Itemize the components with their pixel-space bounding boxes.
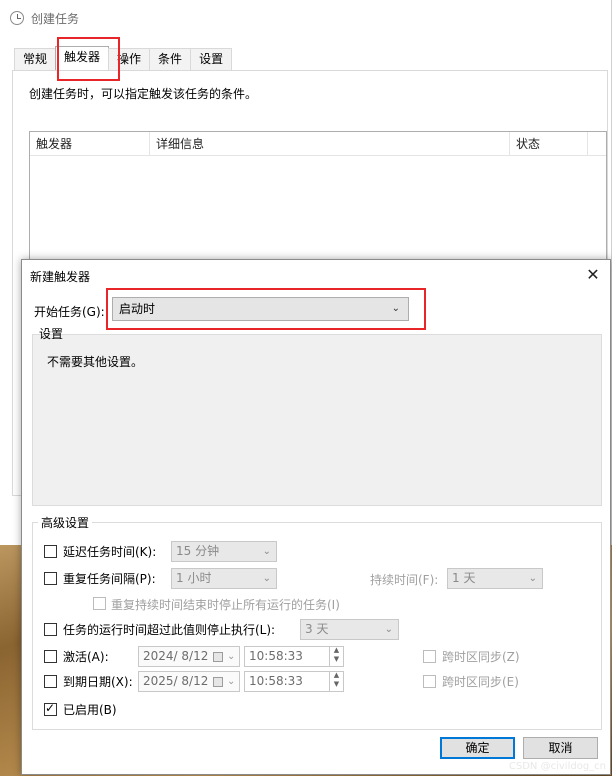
settings-group: 不需要其他设置。: [32, 334, 602, 506]
duration-select[interactable]: 1 天 ⌄: [447, 568, 543, 589]
calendar-icon[interactable]: [213, 652, 223, 662]
start-task-label: 开始任务(G):: [34, 305, 105, 319]
activate-checkbox[interactable]: [44, 650, 57, 663]
highlight-box-start-task: [106, 288, 426, 330]
calendar-icon[interactable]: [213, 677, 223, 687]
tab-strip: 常规 触发器 操作 条件 设置: [14, 46, 233, 70]
tab-general[interactable]: 常规: [14, 48, 57, 70]
tab-conditions[interactable]: 条件: [149, 48, 192, 70]
expire-label: 到期日期(X):: [63, 675, 133, 689]
chevron-down-icon: ⌄: [384, 624, 393, 635]
chevron-down-icon: ⌄: [227, 676, 236, 687]
dialog-title: 新建触发器: [30, 270, 91, 284]
expire-date-field[interactable]: 2025/ 8/12 ⌄: [138, 671, 240, 692]
triggers-description: 创建任务时，可以指定触发该任务的条件。: [29, 87, 258, 101]
column-status[interactable]: 状态: [510, 132, 588, 155]
duration-label: 持续时间(F):: [370, 573, 439, 587]
duration-value: 1 天: [452, 571, 476, 585]
expire-time-value: 10:58:33: [249, 674, 303, 688]
activate-time-field[interactable]: 10:58:33 ▲ ▼: [244, 646, 344, 667]
watermark: CSDN @civildog_cn: [508, 761, 606, 772]
chevron-down-icon: ⌄: [262, 546, 271, 557]
advanced-settings-label: 高级设置: [38, 514, 93, 531]
activate-label: 激活(A):: [63, 650, 109, 664]
repeat-label: 重复任务间隔(P):: [63, 572, 156, 586]
delay-value: 15 分钟: [176, 544, 220, 558]
column-trigger[interactable]: 触发器: [30, 132, 150, 155]
expire-checkbox[interactable]: [44, 675, 57, 688]
stop-if-longer-label: 任务的运行时间超过此值则停止执行(L):: [63, 623, 276, 637]
activate-time-value: 10:58:33: [249, 649, 303, 663]
stop-if-longer-value: 3 天: [305, 622, 329, 636]
repeat-checkbox[interactable]: [44, 572, 57, 585]
repeat-value: 1 小时: [176, 571, 212, 585]
delay-select[interactable]: 15 分钟 ⌄: [171, 541, 277, 562]
enabled-label: 已启用(B): [63, 703, 117, 717]
task-scheduler-clock-icon: [10, 11, 24, 25]
ok-button[interactable]: 确定: [440, 737, 515, 759]
stop-if-longer-checkbox[interactable]: [44, 623, 57, 636]
chevron-down-icon: ⌄: [528, 573, 537, 584]
activate-date-field[interactable]: 2024/ 8/12 ⌄: [138, 646, 240, 667]
delay-label: 延迟任务时间(K):: [63, 545, 157, 559]
expire-date-value: 2025/ 8/12: [143, 674, 209, 688]
expire-time-field[interactable]: 10:58:33 ▲ ▼: [244, 671, 344, 692]
tab-settings[interactable]: 设置: [190, 48, 233, 70]
enabled-checkbox[interactable]: [44, 701, 57, 716]
chevron-down-icon: ⌄: [262, 573, 271, 584]
new-trigger-dialog: 新建触发器 ✕ 开始任务(G): 启动时 ⌄ 不需要其他设置。 设置 高级设置 …: [21, 259, 611, 775]
settings-text: 不需要其他设置。: [47, 355, 144, 369]
sync-tz-activate-label: 跨时区同步(Z): [442, 650, 520, 664]
sync-tz-expire-label: 跨时区同步(E): [442, 675, 519, 689]
settings-group-label: 设置: [39, 327, 64, 341]
sync-tz-expire-checkbox[interactable]: [423, 675, 436, 688]
delay-checkbox[interactable]: [44, 545, 57, 558]
time-spinner[interactable]: ▲ ▼: [329, 646, 343, 667]
window-title: 创建任务: [31, 11, 80, 26]
stop-all-label: 重复持续时间结束时停止所有运行的任务(I): [111, 598, 340, 612]
repeat-select[interactable]: 1 小时 ⌄: [171, 568, 277, 589]
stop-if-longer-select[interactable]: 3 天 ⌄: [300, 619, 399, 640]
activate-date-value: 2024/ 8/12: [143, 649, 209, 663]
time-spinner[interactable]: ▲ ▼: [329, 671, 343, 692]
cancel-button[interactable]: 取消: [523, 737, 598, 759]
stop-all-checkbox[interactable]: [93, 597, 106, 610]
triggers-list-header: 触发器 详细信息 状态: [30, 132, 606, 156]
column-details[interactable]: 详细信息: [150, 132, 510, 155]
chevron-down-icon: ⌄: [227, 651, 236, 662]
highlight-box-triggers-tab: [57, 37, 120, 81]
create-task-titlebar: 创建任务: [0, 0, 611, 36]
close-icon[interactable]: ✕: [582, 264, 604, 286]
sync-tz-activate-checkbox[interactable]: [423, 650, 436, 663]
